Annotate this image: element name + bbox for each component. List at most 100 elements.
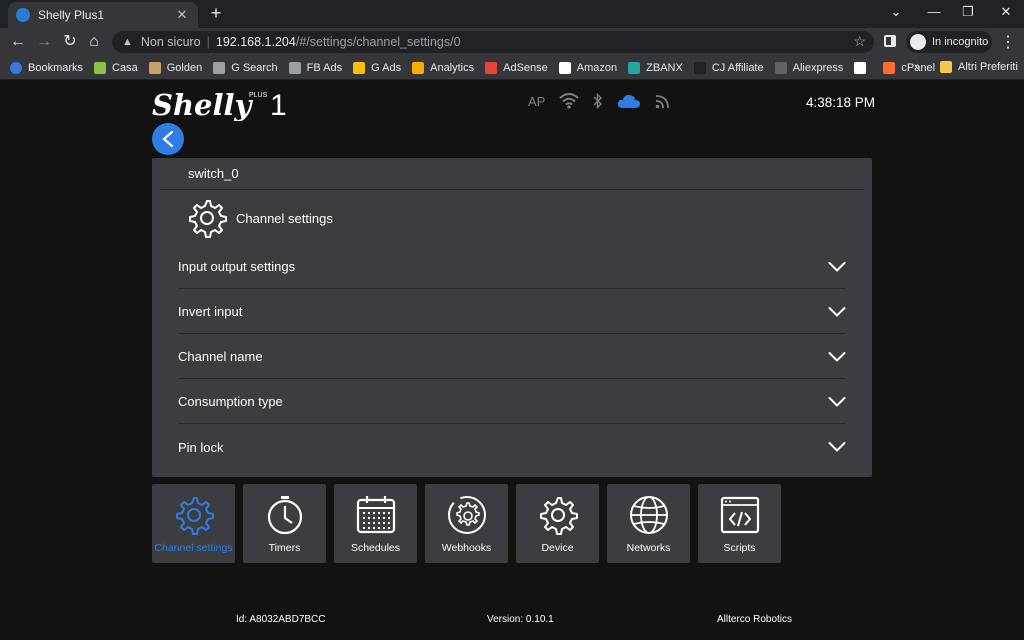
bookmark-item[interactable]: CJ Affiliate <box>693 61 764 74</box>
incognito-indicator[interactable]: In incognito <box>906 31 992 53</box>
bookmarks-overflow-button[interactable]: » <box>914 61 920 73</box>
home-icon[interactable]: ⌂ <box>84 32 104 52</box>
bookmark-label: G Search <box>231 61 278 74</box>
bookmark-star-icon[interactable]: ☆ <box>853 33 866 50</box>
bookmark-icon <box>94 61 107 74</box>
url-path: /#/settings/channel_settings/0 <box>295 35 461 49</box>
tile-scripts[interactable]: Scripts <box>698 484 781 563</box>
bookmark-label: Golden <box>166 61 203 74</box>
chevron-down-icon[interactable]: ⌄ <box>886 4 906 20</box>
minimize-icon[interactable]: — <box>924 4 944 19</box>
warning-icon: ▲ <box>122 36 133 48</box>
bookmark-label: CJ Affiliate <box>711 61 764 74</box>
tile-timers[interactable]: Timers <box>243 484 326 563</box>
bookmark-icon <box>628 61 641 74</box>
address-bar[interactable]: ▲ Non sicuro | 192.168.1.204 /#/settings… <box>112 31 874 53</box>
status-icons: AP <box>528 93 671 109</box>
back-button[interactable] <box>152 123 184 155</box>
bookmark-item[interactable]: Amazon <box>558 61 617 74</box>
tile-label: Channel settings <box>154 542 233 554</box>
bookmark-label: FB Ads <box>306 61 343 74</box>
bookmark-icon <box>883 61 896 74</box>
browser-tab[interactable]: Shelly Plus1 ✕ <box>8 2 198 28</box>
incognito-label: In incognito <box>932 36 989 48</box>
bookmark-item[interactable]: Golden <box>148 61 203 74</box>
bookmark-icon <box>353 61 366 74</box>
bookmark-item[interactable]: cPanel <box>883 61 935 74</box>
chevron-down-icon <box>828 261 846 272</box>
device-page: Shelly PLUS 1 AP 4:38:18 PM switch_0 Cha… <box>0 81 1024 640</box>
tile-webhooks[interactable]: Webhooks <box>425 484 508 563</box>
bookmark-item[interactable]: AdSense <box>485 61 548 74</box>
accordion-row[interactable]: Consumption type <box>178 380 846 424</box>
device-id: Id: A8032ABD7BCC <box>236 614 326 625</box>
accordion-row[interactable]: Input output settings <box>178 245 846 289</box>
svg-text:PLUS: PLUS <box>249 92 268 99</box>
bookmark-item[interactable]: FB Ads <box>288 61 343 74</box>
bookmark-icon <box>485 61 498 74</box>
accordion-row-label: Consumption type <box>178 394 283 409</box>
tile-label: Device <box>541 542 574 554</box>
calendar-icon <box>356 496 395 534</box>
accordion-row[interactable]: Pin lock <box>178 425 846 469</box>
gear-icon <box>175 497 214 535</box>
chevron-down-icon <box>828 306 846 317</box>
bookmark-icon <box>288 61 301 74</box>
bookmark-item[interactable]: Bookmarks <box>10 61 83 74</box>
incognito-icon <box>910 34 926 50</box>
bookmark-label: Casa <box>112 61 138 74</box>
device-gear-icon <box>539 497 578 535</box>
folder-icon <box>940 61 952 73</box>
back-arrow-icon[interactable]: ← <box>8 32 28 52</box>
channel-settings-label: Channel settings <box>236 210 333 226</box>
bookmark-icon <box>10 61 22 74</box>
bookmark-item[interactable]: G Search <box>213 61 278 74</box>
bookmark-label: Analytics <box>430 61 475 74</box>
new-tab-button[interactable]: + <box>206 4 226 24</box>
firmware-version: Version: 0.10.1 <box>487 614 554 625</box>
webhook-gear-icon <box>447 496 486 534</box>
tile-device[interactable]: Device <box>516 484 599 563</box>
shelly-favicon-icon <box>16 8 30 22</box>
not-secure-label: Non sicuro <box>140 35 201 49</box>
url-host: 192.168.1.204 <box>215 35 296 49</box>
bookmark-icon <box>774 61 787 74</box>
bookmark-item[interactable] <box>854 61 872 74</box>
bookmark-item[interactable]: Casa <box>94 61 138 74</box>
accordion-row-label: Pin lock <box>178 439 224 455</box>
stopwatch-icon <box>267 496 302 535</box>
panel-divider <box>160 189 864 190</box>
reload-icon[interactable]: ↻ <box>60 32 80 52</box>
tab-close-icon[interactable]: ✕ <box>174 7 190 23</box>
tile-networks[interactable]: Networks <box>607 484 690 563</box>
accordion-row[interactable]: Invert input <box>178 290 846 334</box>
bookmark-label: Aliexpress <box>792 61 844 74</box>
tile-schedules[interactable]: Schedules <box>334 484 417 563</box>
bookmarks-folder[interactable]: Altri Preferiti <box>940 61 1018 73</box>
tile-label: Webhooks <box>441 542 492 554</box>
window-close-icon[interactable]: ✕ <box>996 4 1016 20</box>
wifi-icon <box>559 93 580 109</box>
bookmark-item[interactable]: G Ads <box>353 61 401 74</box>
browser-toolbar: ← → ↻ ⌂ ▲ Non sicuro | 192.168.1.204 /#/… <box>0 28 1024 56</box>
restore-icon[interactable]: ❐ <box>958 4 978 20</box>
accordion-row-label: Input output settings <box>178 259 296 274</box>
channel-settings-header: Channel settings <box>186 197 333 239</box>
tile-channel-settings[interactable]: Channel settings <box>152 484 235 563</box>
accordion-row-label: Invert input <box>178 304 243 319</box>
chevron-left-icon <box>162 131 174 147</box>
cloud-icon <box>618 94 641 108</box>
tile-label: Timers <box>268 542 301 554</box>
chevron-down-icon <box>828 396 846 407</box>
bookmark-item[interactable]: Aliexpress <box>774 61 844 74</box>
tile-label: Scripts <box>723 542 756 554</box>
bookmark-item[interactable]: ZBANX <box>628 61 683 74</box>
bookmark-item[interactable]: Analytics <box>412 61 475 74</box>
side-panel-icon[interactable] <box>884 35 896 47</box>
bookmark-icon <box>412 61 425 74</box>
panel-title: switch_0 <box>188 166 239 181</box>
browser-menu-icon[interactable]: ⋮ <box>1000 32 1016 52</box>
bookmarks-bar: Bookmarks Casa Golden G Search FB Ads G Ads An… <box>0 56 1024 80</box>
accordion-row[interactable]: Channel name <box>178 335 846 379</box>
forward-arrow-icon[interactable]: → <box>34 32 54 52</box>
